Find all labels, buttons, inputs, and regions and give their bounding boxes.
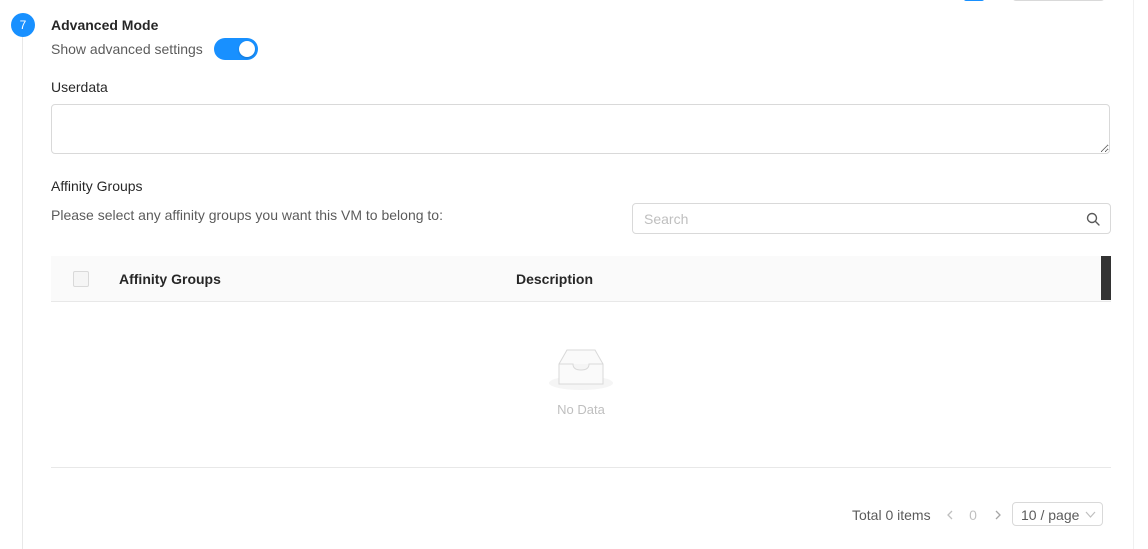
affinity-groups-label: Affinity Groups — [51, 178, 143, 194]
search-icon[interactable] — [1086, 212, 1100, 226]
userdata-textarea[interactable] — [51, 104, 1110, 154]
table-bottom-border — [51, 467, 1111, 468]
chevron-down-icon — [1085, 511, 1096, 518]
top-partial-element — [964, 0, 984, 1]
userdata-label: Userdata — [51, 79, 108, 95]
toggle-knob — [239, 41, 255, 57]
advanced-settings-toggle[interactable] — [214, 38, 258, 60]
panel-right-divider — [1133, 0, 1134, 549]
select-all-checkbox[interactable] — [73, 271, 89, 287]
no-data-text: No Data — [557, 402, 605, 417]
step-number-badge: 7 — [11, 13, 35, 37]
pagination-current-page[interactable]: 0 — [964, 507, 982, 523]
table-scrollbar[interactable] — [1101, 256, 1111, 300]
show-advanced-settings-label: Show advanced settings — [51, 41, 203, 57]
column-header-affinity-groups[interactable]: Affinity Groups — [119, 271, 221, 287]
top-partial-button[interactable] — [1012, 0, 1105, 1]
advanced-mode-title: Advanced Mode — [51, 17, 159, 33]
affinity-search-input[interactable] — [633, 204, 1095, 233]
pagination-total: Total 0 items — [852, 507, 931, 523]
affinity-search-box[interactable] — [632, 203, 1111, 234]
inbox-icon — [549, 349, 613, 390]
page-size-select[interactable]: 10 / page — [1012, 502, 1103, 526]
chevron-left-icon[interactable] — [940, 505, 960, 525]
affinity-groups-hint: Please select any affinity groups you wa… — [51, 207, 443, 223]
page-size-value: 10 / page — [1021, 507, 1080, 523]
affinity-table-header: Affinity Groups Description — [51, 256, 1111, 302]
step-connector-line — [22, 36, 23, 549]
column-header-description[interactable]: Description — [516, 271, 593, 287]
chevron-right-icon[interactable] — [988, 505, 1008, 525]
